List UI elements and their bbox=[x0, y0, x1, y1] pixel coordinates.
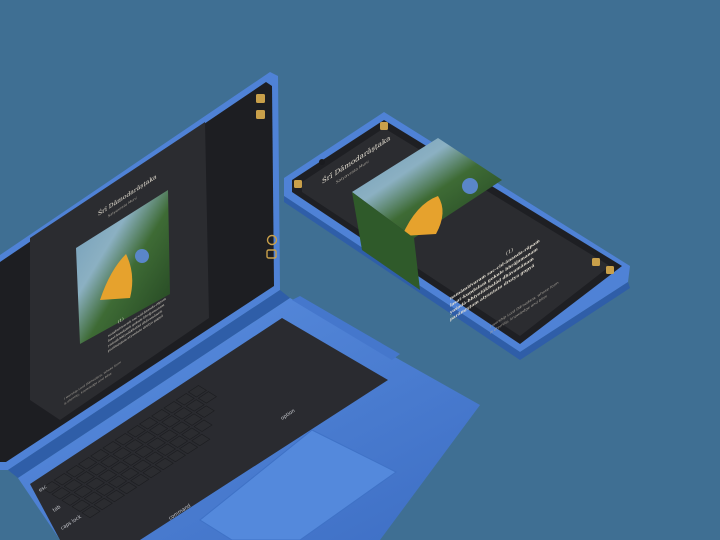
bookmark-icon[interactable] bbox=[256, 110, 265, 119]
phone-menu-icon[interactable] bbox=[380, 122, 388, 130]
phone-share-icon[interactable] bbox=[606, 266, 614, 274]
menu-icon[interactable] bbox=[256, 94, 265, 103]
laptop-art-child bbox=[135, 249, 149, 263]
phone-camera-icon bbox=[319, 159, 325, 165]
phone-art-child bbox=[462, 178, 478, 194]
devices-scene: Śrī Dāmodarāṣṭaka Satyavrata Muni (1) na… bbox=[0, 72, 630, 540]
phone-zoom-icon[interactable] bbox=[592, 258, 600, 266]
phone-back-icon[interactable] bbox=[294, 180, 302, 188]
